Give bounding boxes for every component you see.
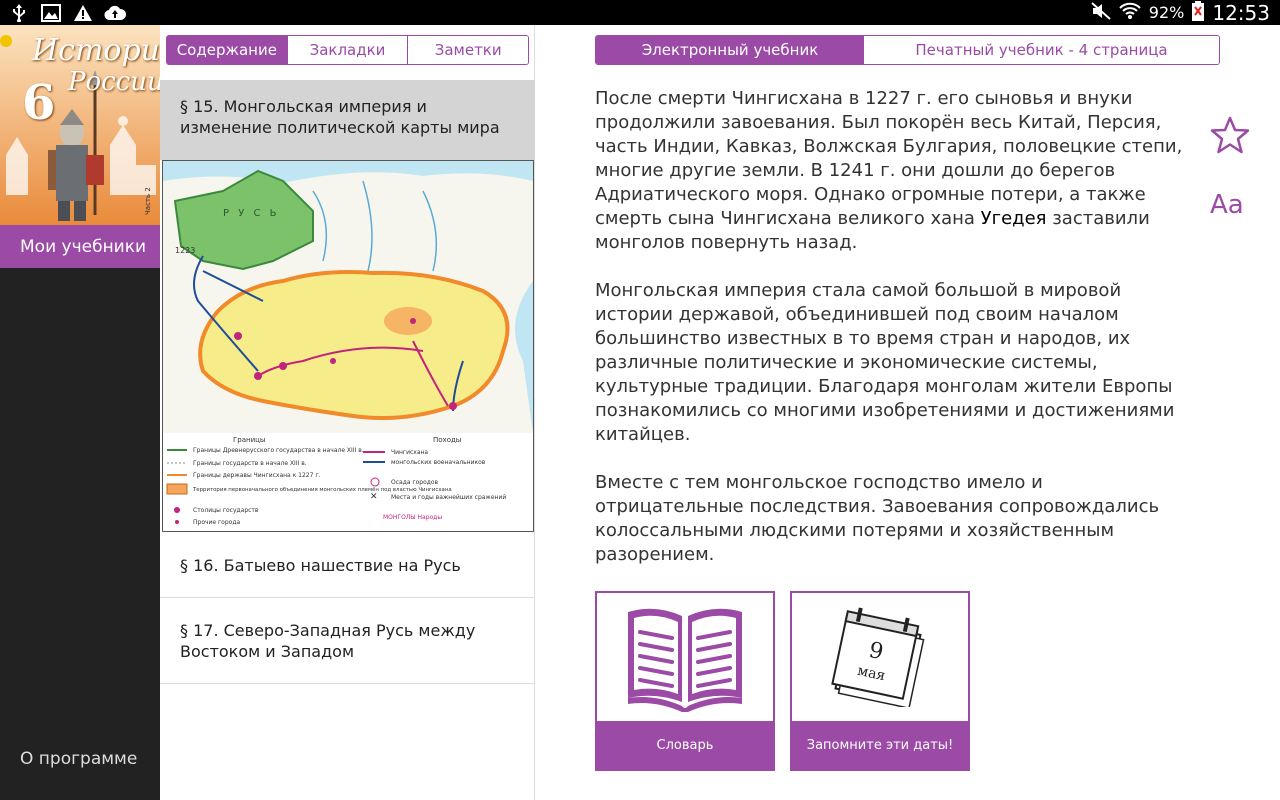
clock: 12:53 bbox=[1212, 0, 1270, 25]
legend-campaigns-title: Походы bbox=[433, 436, 461, 444]
cover-grade: 6 bbox=[22, 75, 56, 131]
tab-contents[interactable]: Содержание bbox=[167, 36, 288, 64]
svg-text:Места и годы важнейших сражени: Места и годы важнейших сражений bbox=[391, 494, 506, 501]
tab-electronic-textbook[interactable]: Электронный учебник bbox=[596, 36, 864, 64]
my-books-button[interactable]: Мои учебники bbox=[0, 225, 160, 268]
svg-text:Границы державы Чингисхана к 1: Границы державы Чингисхана к 1227 г. bbox=[193, 472, 320, 479]
svg-text:Границы Древнерусского государ: Границы Древнерусского государства в нач… bbox=[193, 447, 364, 454]
term-link[interactable]: Угедея bbox=[981, 208, 1047, 229]
legend-borders-title: Границы bbox=[233, 436, 265, 444]
svg-text:Границы государств в начале XI: Границы государств в начале XIII в. bbox=[193, 460, 307, 467]
toc-item[interactable]: § 16. Батыево нашествие на Русь bbox=[160, 533, 535, 598]
cloud-upload-icon bbox=[104, 3, 126, 23]
dictionary-card[interactable]: Словарь bbox=[595, 591, 775, 771]
battery-icon bbox=[1192, 0, 1205, 25]
tab-bookmarks[interactable]: Закладки bbox=[287, 36, 409, 64]
mute-icon bbox=[1091, 1, 1111, 24]
usb-icon bbox=[8, 3, 30, 23]
open-book-icon bbox=[597, 593, 773, 721]
calendar-icon: 9 мая bbox=[792, 593, 968, 721]
font-size-button[interactable]: Aa bbox=[1210, 190, 1244, 220]
svg-text:✕: ✕ bbox=[370, 492, 378, 502]
toc-panel: Содержание Закладки Заметки § 15. Монгол… bbox=[160, 25, 535, 800]
left-sidebar: Часть 2 История России 6 Мои учебники О … bbox=[0, 25, 160, 800]
map-label-year: 1223 bbox=[175, 246, 195, 255]
paragraph: Монгольская империя стала самой большой … bbox=[595, 280, 1175, 445]
svg-text:МОНГОЛЫ Народы: МОНГОЛЫ Народы bbox=[383, 514, 442, 521]
dates-card[interactable]: 9 мая Запомните эти даты! bbox=[790, 591, 970, 771]
svg-text:Столицы государств: Столицы государств bbox=[193, 507, 259, 514]
bookmark-star-icon[interactable] bbox=[1210, 115, 1250, 155]
historical-map-image[interactable]: Р У С Ь 1223 Границы Походы Границы Древ… bbox=[162, 160, 534, 532]
svg-text:Территория первоначального объ: Территория первоначального объединения м… bbox=[192, 487, 452, 493]
book-cover[interactable]: Часть 2 История России 6 bbox=[0, 25, 160, 225]
status-bar: 92% 12:53 bbox=[0, 0, 1280, 25]
paragraph: Вместе с тем монгольское господство имел… bbox=[595, 472, 1160, 565]
svg-text:Прочие города: Прочие города bbox=[193, 519, 240, 526]
about-link[interactable]: О программе bbox=[20, 749, 137, 769]
textbook-mode-tabs: Электронный учебник Печатный учебник - 4… bbox=[595, 35, 1220, 65]
map-label-rus: Р У С Ь bbox=[223, 208, 280, 219]
tab-printed-textbook[interactable]: Печатный учебник - 4 страница bbox=[864, 36, 1219, 64]
article-text: После смерти Чингисхана в 1227 г. его сы… bbox=[595, 87, 1195, 591]
cover-title-line2: России bbox=[68, 67, 160, 97]
svg-text:монгольских военачальников: монгольских военачальников bbox=[391, 459, 486, 466]
toc-item[interactable]: § 17. Северо-Западная Русь между Востоко… bbox=[160, 598, 535, 684]
cover-title-line1: История bbox=[32, 33, 160, 68]
battery-percent: 92% bbox=[1148, 3, 1185, 22]
gallery-icon bbox=[40, 3, 62, 23]
dictionary-label: Словарь bbox=[597, 721, 773, 769]
dates-label: Запомните эти даты! bbox=[792, 721, 968, 769]
toc-tabs: Содержание Закладки Заметки bbox=[166, 35, 529, 65]
wifi-icon bbox=[1119, 2, 1141, 24]
warning-icon bbox=[72, 3, 94, 23]
paragraph: После смерти Чингисхана в 1227 г. его сы… bbox=[595, 88, 1183, 253]
svg-text:Чингисхана: Чингисхана bbox=[391, 449, 428, 456]
reading-area: Электронный учебник Печатный учебник - 4… bbox=[535, 25, 1280, 800]
svg-text:Осада городов: Осада городов bbox=[391, 479, 439, 486]
tab-notes[interactable]: Заметки bbox=[408, 36, 528, 64]
svg-text:Часть 2: Часть 2 bbox=[144, 187, 152, 215]
toc-item-active[interactable]: § 15. Монгольская империя и изменение по… bbox=[160, 80, 535, 160]
